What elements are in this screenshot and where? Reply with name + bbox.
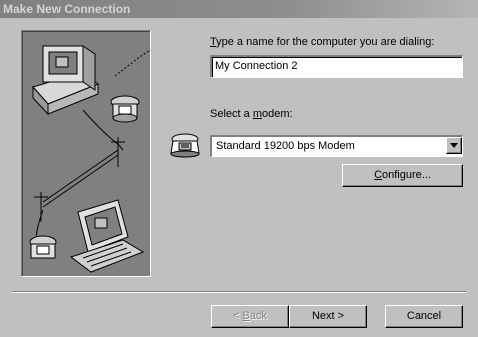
separator (12, 291, 466, 293)
chevron-down-icon (450, 143, 458, 148)
modem-dropdown-button[interactable] (446, 137, 462, 154)
computer-icon (32, 45, 99, 116)
next-button[interactable]: Next > (289, 305, 367, 328)
dialup-illustration (29, 45, 152, 273)
connection-name-input[interactable]: My Connection 2 (210, 55, 463, 78)
telephone-icon (110, 95, 140, 123)
window-title: Make New Connection (3, 2, 131, 16)
laptop-icon (69, 199, 145, 273)
telephone-icon (29, 235, 57, 259)
modem-label: Select a modem: (210, 108, 293, 120)
modem-select[interactable]: Standard 19200 bps Modem (210, 135, 463, 157)
configure-button[interactable]: Configure... (342, 164, 463, 187)
name-label: Type a name for the computer you are dia… (210, 36, 435, 48)
back-button[interactable]: < Back (211, 305, 289, 328)
title-bar: Make New Connection (0, 0, 478, 18)
illustration-frame (21, 30, 152, 277)
cancel-button[interactable]: Cancel (385, 305, 463, 328)
telephone-icon (170, 133, 200, 158)
illustration-panel (22, 31, 152, 276)
modem-selected-value: Standard 19200 bps Modem (216, 140, 355, 152)
